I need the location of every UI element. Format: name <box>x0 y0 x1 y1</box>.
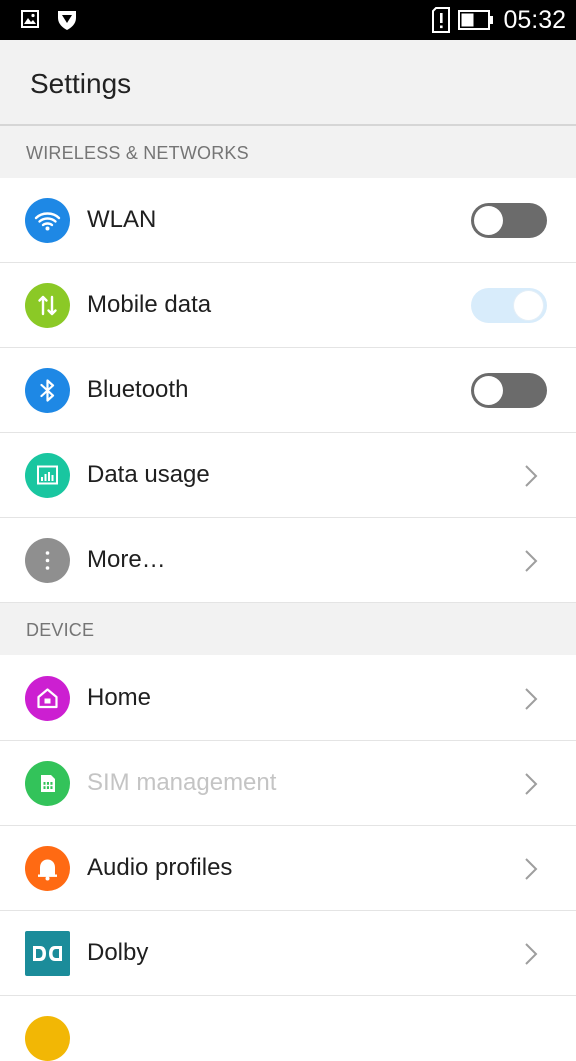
setting-row-data-usage[interactable]: Data usage <box>0 433 576 518</box>
sim-icon <box>25 761 70 806</box>
toggle-knob <box>474 206 503 235</box>
setting-label: Home <box>87 684 152 711</box>
dolby-icon <box>25 931 70 976</box>
data-usage-icon <box>25 453 70 498</box>
setting-label: WLAN <box>87 206 157 233</box>
chevron-right-icon <box>525 773 538 795</box>
toggle-knob <box>474 376 503 405</box>
bluetooth-toggle[interactable] <box>471 373 547 408</box>
setting-label: Dolby <box>87 939 149 966</box>
shield-icon <box>58 11 76 30</box>
clock: 05:32 <box>503 6 566 34</box>
setting-row-home[interactable]: Home <box>0 656 576 741</box>
chevron-right-icon <box>525 688 538 710</box>
page-title: Settings <box>30 68 132 99</box>
section-header-wireless: WIRELESS & NETWORKS <box>0 126 576 178</box>
battery-icon <box>458 10 493 30</box>
chevron-right-icon <box>525 550 538 572</box>
bell-icon <box>25 846 70 891</box>
status-bar: 05:32 <box>0 0 576 40</box>
setting-row-dolby[interactable]: Dolby <box>0 911 576 996</box>
setting-label: Data usage <box>87 461 210 488</box>
home-icon <box>25 676 70 721</box>
chevron-right-icon <box>525 465 538 487</box>
toggle-knob <box>514 291 543 320</box>
app-bar: Settings <box>0 40 576 126</box>
more-icon <box>25 538 70 583</box>
chevron-right-icon <box>525 943 538 965</box>
image-icon <box>21 10 39 28</box>
setting-row-audio-profiles[interactable]: Audio profiles <box>0 826 576 911</box>
setting-label: Mobile data <box>87 291 212 318</box>
chevron-right-icon <box>525 858 538 880</box>
mobile-data-icon <box>25 283 70 328</box>
setting-label: Audio profiles <box>87 854 233 881</box>
bluetooth-icon <box>25 368 70 413</box>
setting-row-more[interactable]: More… <box>0 518 576 603</box>
wifi-icon <box>25 198 70 243</box>
setting-label: More… <box>87 546 166 573</box>
section-header-label: WIRELESS & NETWORKS <box>26 143 249 163</box>
setting-row-sim-management[interactable]: SIM management <box>0 741 576 826</box>
setting-row-mobile-data[interactable]: Mobile data <box>0 263 576 348</box>
setting-label: SIM management <box>87 769 277 796</box>
setting-row-bluetooth[interactable]: Bluetooth <box>0 348 576 433</box>
sim-alert-icon <box>432 7 450 33</box>
mobile-data-toggle[interactable] <box>471 288 547 323</box>
setting-row-wlan[interactable]: WLAN <box>0 178 576 263</box>
setting-label: Bluetooth <box>87 376 189 403</box>
section-header-device: DEVICE <box>0 603 576 655</box>
next-setting-icon-partial <box>25 1016 70 1061</box>
wlan-toggle[interactable] <box>471 203 547 238</box>
section-header-label: DEVICE <box>26 620 95 640</box>
